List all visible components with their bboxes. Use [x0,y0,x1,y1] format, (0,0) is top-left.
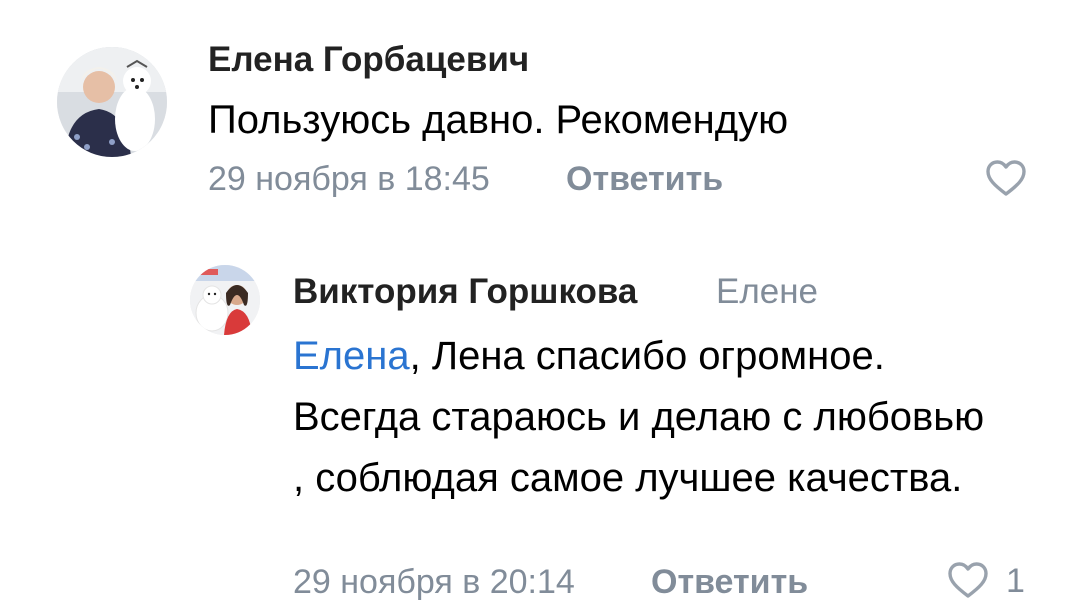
comment-text: Елена, Лена спасибо огромное. Всегда ста… [293,326,993,509]
author-avatar[interactable] [190,265,260,335]
reply-to-label[interactable]: Елене [716,272,818,312]
reply-button[interactable]: Ответить [651,563,808,602]
comment-author[interactable]: Виктория Горшкова [293,272,637,312]
mention-link[interactable]: Елена [293,334,410,378]
avatar-photo-icon [190,265,260,335]
like-button[interactable] [946,560,990,600]
heart-outline-icon [948,562,988,598]
comment-timestamp: 29 ноября в 20:14 [293,563,575,601]
like-count: 1 [1006,562,1025,600]
reply-comment: Виктория Горшкова Елене Елена, Лена спас… [0,0,1078,604]
